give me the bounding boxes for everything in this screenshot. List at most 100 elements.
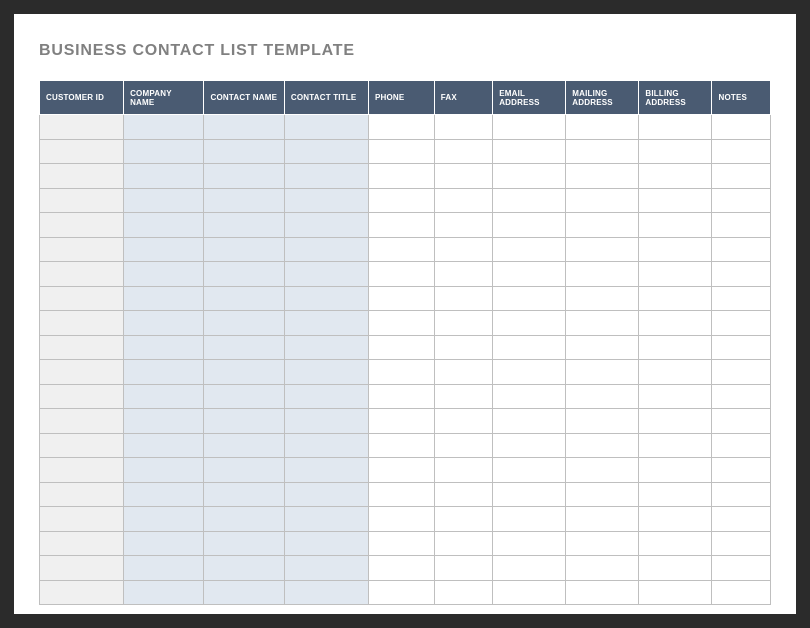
- table-cell[interactable]: [40, 580, 124, 605]
- table-cell[interactable]: [204, 262, 284, 287]
- table-cell[interactable]: [434, 433, 492, 458]
- table-cell[interactable]: [566, 188, 639, 213]
- table-cell[interactable]: [434, 164, 492, 189]
- table-cell[interactable]: [284, 213, 368, 238]
- table-cell[interactable]: [639, 458, 712, 483]
- table-cell[interactable]: [639, 286, 712, 311]
- table-cell[interactable]: [712, 262, 771, 287]
- table-cell[interactable]: [124, 433, 204, 458]
- table-cell[interactable]: [493, 164, 566, 189]
- table-cell[interactable]: [639, 409, 712, 434]
- table-cell[interactable]: [566, 237, 639, 262]
- table-cell[interactable]: [124, 237, 204, 262]
- table-cell[interactable]: [284, 409, 368, 434]
- table-cell[interactable]: [712, 335, 771, 360]
- table-cell[interactable]: [284, 311, 368, 336]
- table-cell[interactable]: [284, 360, 368, 385]
- table-cell[interactable]: [368, 360, 434, 385]
- table-cell[interactable]: [124, 335, 204, 360]
- table-cell[interactable]: [566, 311, 639, 336]
- table-cell[interactable]: [493, 458, 566, 483]
- table-cell[interactable]: [368, 139, 434, 164]
- table-cell[interactable]: [284, 286, 368, 311]
- table-cell[interactable]: [368, 188, 434, 213]
- table-cell[interactable]: [40, 335, 124, 360]
- table-cell[interactable]: [434, 188, 492, 213]
- table-cell[interactable]: [493, 237, 566, 262]
- table-cell[interactable]: [204, 556, 284, 581]
- table-cell[interactable]: [493, 580, 566, 605]
- table-cell[interactable]: [493, 507, 566, 532]
- table-cell[interactable]: [124, 360, 204, 385]
- table-cell[interactable]: [124, 188, 204, 213]
- table-cell[interactable]: [204, 458, 284, 483]
- table-cell[interactable]: [566, 360, 639, 385]
- table-cell[interactable]: [284, 384, 368, 409]
- table-cell[interactable]: [204, 286, 284, 311]
- table-cell[interactable]: [284, 262, 368, 287]
- table-cell[interactable]: [434, 311, 492, 336]
- table-cell[interactable]: [434, 556, 492, 581]
- table-cell[interactable]: [284, 188, 368, 213]
- table-cell[interactable]: [284, 335, 368, 360]
- table-cell[interactable]: [124, 139, 204, 164]
- table-cell[interactable]: [434, 286, 492, 311]
- table-cell[interactable]: [493, 262, 566, 287]
- table-cell[interactable]: [284, 482, 368, 507]
- table-cell[interactable]: [434, 531, 492, 556]
- table-cell[interactable]: [40, 482, 124, 507]
- table-cell[interactable]: [40, 286, 124, 311]
- table-cell[interactable]: [493, 556, 566, 581]
- table-cell[interactable]: [368, 409, 434, 434]
- table-cell[interactable]: [434, 482, 492, 507]
- table-cell[interactable]: [639, 482, 712, 507]
- table-cell[interactable]: [40, 262, 124, 287]
- table-cell[interactable]: [434, 139, 492, 164]
- table-cell[interactable]: [124, 115, 204, 140]
- table-cell[interactable]: [712, 188, 771, 213]
- table-cell[interactable]: [40, 188, 124, 213]
- table-cell[interactable]: [639, 580, 712, 605]
- table-cell[interactable]: [434, 115, 492, 140]
- table-cell[interactable]: [368, 458, 434, 483]
- table-cell[interactable]: [204, 213, 284, 238]
- table-cell[interactable]: [368, 433, 434, 458]
- table-cell[interactable]: [566, 556, 639, 581]
- table-cell[interactable]: [368, 311, 434, 336]
- table-cell[interactable]: [566, 286, 639, 311]
- table-cell[interactable]: [712, 115, 771, 140]
- table-cell[interactable]: [434, 384, 492, 409]
- table-cell[interactable]: [712, 213, 771, 238]
- table-cell[interactable]: [712, 458, 771, 483]
- table-cell[interactable]: [368, 482, 434, 507]
- table-cell[interactable]: [493, 188, 566, 213]
- table-cell[interactable]: [566, 409, 639, 434]
- table-cell[interactable]: [434, 262, 492, 287]
- table-cell[interactable]: [368, 262, 434, 287]
- table-cell[interactable]: [284, 237, 368, 262]
- table-cell[interactable]: [40, 458, 124, 483]
- table-cell[interactable]: [493, 409, 566, 434]
- table-cell[interactable]: [124, 164, 204, 189]
- table-cell[interactable]: [712, 556, 771, 581]
- table-cell[interactable]: [204, 531, 284, 556]
- table-cell[interactable]: [124, 458, 204, 483]
- table-cell[interactable]: [204, 139, 284, 164]
- table-cell[interactable]: [712, 409, 771, 434]
- table-cell[interactable]: [712, 580, 771, 605]
- table-cell[interactable]: [566, 115, 639, 140]
- table-cell[interactable]: [434, 580, 492, 605]
- table-cell[interactable]: [566, 213, 639, 238]
- table-cell[interactable]: [566, 531, 639, 556]
- table-cell[interactable]: [368, 286, 434, 311]
- table-cell[interactable]: [368, 580, 434, 605]
- table-cell[interactable]: [124, 531, 204, 556]
- table-cell[interactable]: [712, 482, 771, 507]
- table-cell[interactable]: [566, 384, 639, 409]
- table-cell[interactable]: [434, 458, 492, 483]
- table-cell[interactable]: [639, 384, 712, 409]
- table-cell[interactable]: [368, 335, 434, 360]
- table-cell[interactable]: [566, 335, 639, 360]
- table-cell[interactable]: [493, 213, 566, 238]
- table-cell[interactable]: [284, 139, 368, 164]
